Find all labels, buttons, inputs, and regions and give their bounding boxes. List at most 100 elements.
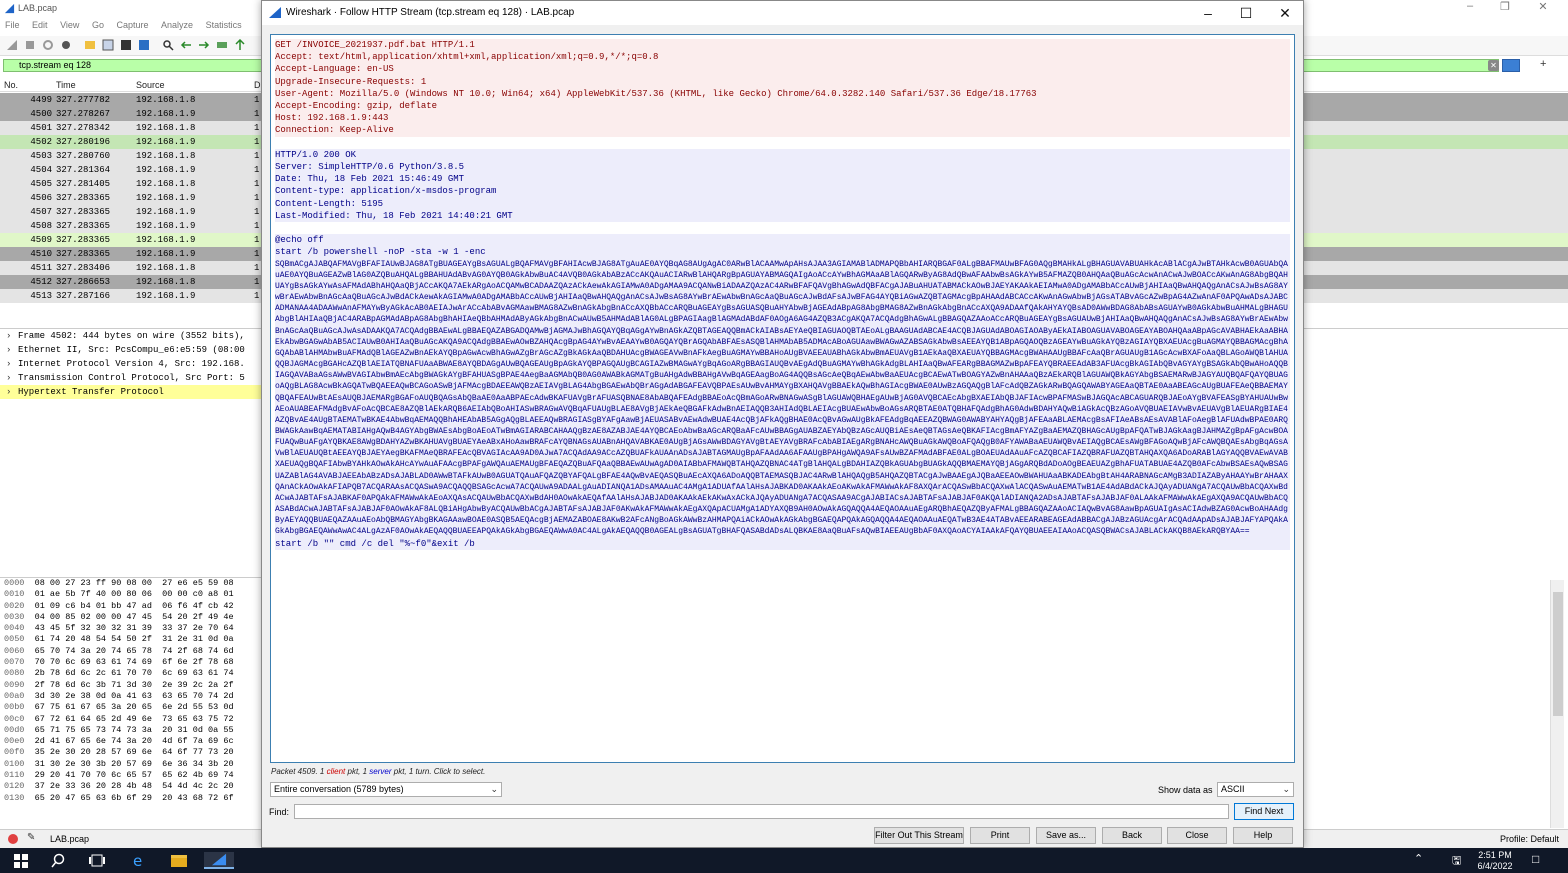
- hex-row[interactable]: 0070 70 70 6c 69 63 61 74 69 6f 6e 2f 78…: [0, 657, 262, 668]
- open-file-icon[interactable]: [84, 39, 96, 51]
- find-input[interactable]: [294, 804, 1229, 819]
- hex-row[interactable]: 00f0 35 2e 30 20 28 57 69 6e 64 6f 77 73…: [0, 747, 262, 758]
- column-time[interactable]: Time: [56, 80, 76, 90]
- status-profile[interactable]: Profile: Default: [1500, 834, 1559, 844]
- menu-file[interactable]: File: [0, 18, 25, 32]
- notifications-icon[interactable]: □: [1532, 852, 1539, 866]
- conversation-select[interactable]: Entire conversation (5789 bytes) ⌄: [270, 782, 502, 797]
- apply-filter-icon[interactable]: [1502, 59, 1520, 72]
- taskbar-clock[interactable]: 2:51 PM 6/4/2022: [1470, 850, 1520, 872]
- menu-capture[interactable]: Capture: [111, 18, 153, 32]
- hex-row[interactable]: 0080 2b 78 6d 6c 2c 61 70 70 6c 69 63 61…: [0, 668, 262, 679]
- start-capture-icon[interactable]: [6, 39, 18, 51]
- hex-row[interactable]: 00b0 67 75 61 67 65 3a 20 65 6e 2d 55 53…: [0, 702, 262, 713]
- windows-start-icon[interactable]: [12, 852, 30, 869]
- filter-out-stream-button[interactable]: Filter Out This Stream: [874, 827, 964, 844]
- detail-frame[interactable]: › Frame 4502: 444 bytes on wire (3552 bit…: [0, 329, 262, 343]
- hex-row[interactable]: 0020 01 09 c6 b4 01 bb 47 ad 06 f6 4f cb…: [0, 601, 262, 612]
- column-source[interactable]: Source: [136, 80, 165, 90]
- hex-row[interactable]: 0050 61 74 20 48 54 54 50 2f 31 2e 31 0d…: [0, 634, 262, 645]
- packet-cell-src: 192.168.1.8: [136, 263, 196, 273]
- response-line: Content-Length: 5195: [275, 197, 1290, 210]
- hex-values: 2b 78 6d 6c 2c 61 70 70 6c 69 63 61 74: [34, 668, 234, 679]
- stop-capture-icon[interactable]: [24, 39, 36, 51]
- packet-cell-no: 4506: [30, 193, 52, 203]
- hex-row[interactable]: 0000 08 00 27 23 ff 90 08 00 27 e6 e5 59…: [0, 578, 262, 589]
- hex-row[interactable]: 00d0 65 71 75 65 73 74 73 3a 20 31 0d 0a…: [0, 725, 262, 736]
- detail-ethernet[interactable]: › Ethernet II, Src: PcsCompu_e6:e5:59 (08…: [0, 343, 262, 357]
- first-packet-icon[interactable]: [234, 39, 246, 51]
- bytes-scrollbar[interactable]: [1550, 580, 1564, 828]
- wireshark-logo-icon: [269, 7, 281, 18]
- dialog-maximize-icon[interactable]: ☐: [1226, 2, 1266, 24]
- network-icon[interactable]: 🖫: [1452, 852, 1461, 871]
- hex-row[interactable]: 0110 29 20 41 70 70 6c 65 57 65 62 4b 69…: [0, 770, 262, 781]
- close-icon[interactable]: ✕: [1528, 0, 1558, 13]
- capture-options-icon[interactable]: [60, 39, 72, 51]
- hex-row[interactable]: 0040 43 45 5f 32 30 32 31 39 33 37 2e 70…: [0, 623, 262, 634]
- detail-ipv4[interactable]: › Internet Protocol Version 4, Src: 192.1…: [0, 357, 262, 371]
- menu-edit[interactable]: Edit: [27, 18, 53, 32]
- detail-http[interactable]: › Hypertext Transfer Protocol: [0, 385, 262, 399]
- menu-view[interactable]: View: [55, 18, 84, 32]
- close-button[interactable]: Close: [1167, 827, 1227, 844]
- hex-row[interactable]: 00c0 67 72 61 64 65 2d 49 6e 73 65 63 75…: [0, 714, 262, 725]
- reload-file-icon[interactable]: [138, 39, 150, 51]
- go-to-packet-icon[interactable]: [216, 39, 228, 51]
- packet-cell-no: 4512: [30, 277, 52, 287]
- hex-row[interactable]: 0120 37 2e 33 36 20 28 4b 48 54 4d 4c 2c…: [0, 781, 262, 792]
- packet-cell-d: 1: [254, 263, 260, 273]
- task-view-icon[interactable]: [88, 852, 106, 869]
- packet-cell-src: 192.168.1.9: [136, 221, 196, 231]
- hex-row[interactable]: 0090 2f 78 6d 6c 3b 71 3d 30 2e 39 2c 2a…: [0, 680, 262, 691]
- detail-tcp[interactable]: › Transmission Control Protocol, Src Port…: [0, 371, 262, 385]
- edit-comment-icon[interactable]: ✎: [27, 832, 35, 843]
- hex-values: 65 70 74 3a 20 74 65 78 74 2f 68 74 6d: [34, 645, 234, 656]
- go-forward-icon[interactable]: [198, 39, 210, 51]
- go-back-icon[interactable]: [180, 39, 192, 51]
- search-icon[interactable]: [50, 852, 68, 869]
- request-line: Accept-Encoding: gzip, deflate: [275, 100, 1290, 113]
- stream-content[interactable]: GET /INVOICE_2021937.pdf.bat HTTP/1.1 Acc…: [270, 34, 1295, 763]
- restore-icon[interactable]: ❐: [1490, 0, 1520, 13]
- hex-row[interactable]: 0010 01 ae 5b 7f 40 00 80 06 00 00 c0 a8…: [0, 589, 262, 600]
- hex-row[interactable]: 00a0 3d 30 2e 38 0d 0a 41 63 63 65 70 74…: [0, 691, 262, 702]
- wireshark-taskbar-icon[interactable]: [204, 852, 234, 869]
- save-file-icon[interactable]: [102, 39, 114, 51]
- dialog-close-icon[interactable]: ✕: [1265, 2, 1305, 24]
- save-as-button[interactable]: Save as...: [1036, 827, 1096, 844]
- menu-statistics[interactable]: Statistics: [201, 18, 247, 32]
- help-button[interactable]: Help: [1233, 827, 1293, 844]
- packet-cell-src: 192.168.1.8: [136, 95, 196, 105]
- close-file-icon[interactable]: [120, 39, 132, 51]
- hex-offset: 0080: [4, 668, 25, 679]
- scrollbar-thumb[interactable]: [1553, 592, 1563, 716]
- minimize-icon[interactable]: –: [1455, 0, 1485, 12]
- edge-browser-icon[interactable]: e: [130, 852, 148, 869]
- add-filter-button-icon[interactable]: +: [1540, 58, 1546, 70]
- hex-row[interactable]: 00e0 2d 41 67 65 6e 74 3a 20 4d 6f 7a 69…: [0, 736, 262, 747]
- hex-row[interactable]: 0060 65 70 74 3a 20 74 65 78 74 2f 68 74…: [0, 646, 262, 657]
- hex-offset: 0040: [4, 623, 25, 634]
- hex-row[interactable]: 0030 04 00 85 02 00 00 47 45 54 20 2f 49…: [0, 612, 262, 623]
- find-next-button[interactable]: Find Next: [1234, 803, 1294, 820]
- hex-row[interactable]: 0100 31 30 2e 30 3b 20 57 69 6e 36 34 3b…: [0, 759, 262, 770]
- menu-go[interactable]: Go: [87, 18, 109, 32]
- column-destination[interactable]: D: [254, 80, 261, 90]
- print-button[interactable]: Print: [970, 827, 1030, 844]
- capture-status-icon[interactable]: [8, 834, 18, 844]
- show-data-select[interactable]: ASCII ⌄: [1217, 782, 1294, 797]
- detail-http-label: Hypertext Transfer Protocol: [18, 387, 164, 397]
- dialog-minimize-icon[interactable]: –: [1188, 2, 1228, 24]
- file-explorer-icon[interactable]: [170, 852, 188, 869]
- packet-cell-time: 327.287166: [56, 291, 111, 301]
- restart-capture-icon[interactable]: [42, 39, 54, 51]
- column-no[interactable]: No.: [4, 80, 18, 90]
- back-button[interactable]: Back: [1102, 827, 1162, 844]
- menu-analyze[interactable]: Analyze: [156, 18, 198, 32]
- hex-row[interactable]: 0130 65 20 47 65 63 6b 6f 29 20 43 68 72…: [0, 793, 262, 804]
- tray-chevron-up-icon[interactable]: ⌃: [1414, 852, 1423, 865]
- packet-cell-no: 4513: [30, 291, 52, 301]
- clear-filter-icon[interactable]: ✕: [1488, 60, 1499, 71]
- find-packet-icon[interactable]: [162, 39, 174, 51]
